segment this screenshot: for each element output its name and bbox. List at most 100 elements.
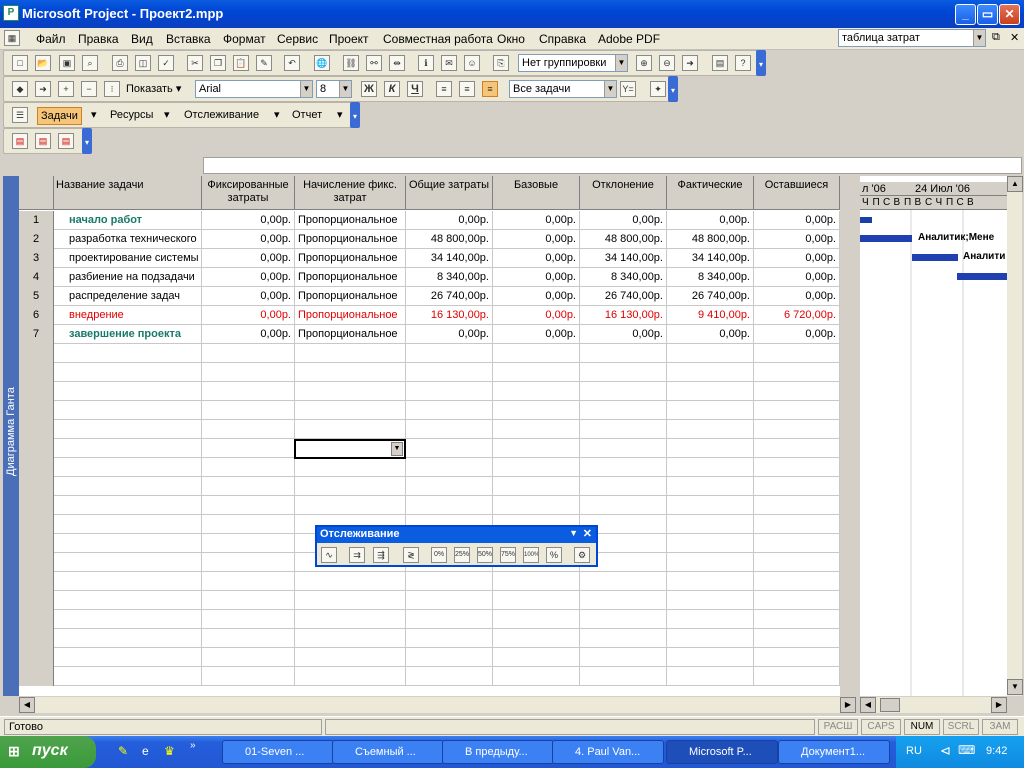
zoom-in-icon[interactable]: ⊕ xyxy=(636,55,652,71)
reschedule-work-icon[interactable]: ⇶ xyxy=(373,547,389,563)
variance-cell[interactable]: 48 800,00р. xyxy=(580,230,667,249)
language-indicator[interactable]: RU xyxy=(906,745,922,757)
variance-cell[interactable] xyxy=(580,648,667,667)
remaining-cell[interactable] xyxy=(754,477,840,496)
task-name-cell[interactable] xyxy=(54,648,202,667)
variance-cell[interactable] xyxy=(580,496,667,515)
empty-table-row[interactable] xyxy=(19,458,840,477)
total-cost-cell[interactable]: 0,00р. xyxy=(406,211,493,230)
spelling-icon[interactable]: ✓ xyxy=(158,55,174,71)
actual-cell[interactable] xyxy=(667,344,754,363)
table-row[interactable]: 6 внедрение 0,00р. Пропорциональное 16 130,0… xyxy=(19,306,840,325)
variance-cell[interactable] xyxy=(580,629,667,648)
column-header-variance[interactable]: Отклонение xyxy=(580,176,667,210)
resources-button[interactable]: Ресурсы xyxy=(107,107,156,125)
accrual-cell[interactable] xyxy=(295,648,406,667)
assign-resources-icon[interactable]: ☺ xyxy=(464,55,480,71)
total-cost-cell[interactable] xyxy=(406,363,493,382)
align-left-icon[interactable]: ≡ xyxy=(436,81,452,97)
project-guide-icon[interactable]: ☰ xyxy=(12,107,28,123)
empty-table-row[interactable] xyxy=(19,344,840,363)
accrual-cell[interactable]: Пропорциональное xyxy=(295,268,406,287)
variance-cell[interactable]: 8 340,00р. xyxy=(580,268,667,287)
remaining-cell[interactable] xyxy=(754,496,840,515)
remaining-cell[interactable]: 0,00р. xyxy=(754,249,840,268)
remaining-cell[interactable] xyxy=(754,629,840,648)
actual-cell[interactable] xyxy=(667,477,754,496)
baseline-cell[interactable]: 0,00р. xyxy=(493,287,580,306)
remaining-cell[interactable] xyxy=(754,420,840,439)
ask-question-box[interactable]: таблица затрат ▼ xyxy=(838,29,986,47)
total-cost-cell[interactable] xyxy=(406,667,493,686)
taskbar-item-active[interactable]: Microsoft P... xyxy=(666,740,778,764)
task-name-cell[interactable]: начало работ xyxy=(54,211,202,230)
remaining-cell[interactable]: 0,00р. xyxy=(754,325,840,344)
fixed-cost-cell[interactable] xyxy=(202,420,295,439)
fixed-cost-cell[interactable] xyxy=(202,534,295,553)
column-header-actual[interactable]: Фактические xyxy=(667,176,754,210)
tasks-button[interactable]: Задачи xyxy=(37,107,82,125)
zoom-out-icon[interactable]: ⊖ xyxy=(659,55,675,71)
total-cost-cell[interactable] xyxy=(406,458,493,477)
task-name-cell[interactable] xyxy=(54,610,202,629)
total-cost-cell[interactable]: 16 130,00р. xyxy=(406,306,493,325)
accrual-cell[interactable] xyxy=(295,477,406,496)
row-number[interactable] xyxy=(19,572,54,591)
ms-project-icon[interactable]: P xyxy=(3,5,19,21)
column-header-accrual[interactable]: Начисление фикс. затрат xyxy=(295,176,406,210)
menu-insert[interactable]: Вставка xyxy=(166,32,211,46)
link-tasks-icon[interactable]: ⛓ xyxy=(343,55,359,71)
pct-75-icon[interactable]: 75% xyxy=(500,547,516,563)
accrual-cell[interactable] xyxy=(295,458,406,477)
total-cost-cell[interactable] xyxy=(406,572,493,591)
fixed-cost-cell[interactable] xyxy=(202,496,295,515)
empty-table-row[interactable] xyxy=(19,439,840,458)
task-name-cell[interactable]: проектирование системы xyxy=(54,249,202,268)
accrual-cell[interactable] xyxy=(295,382,406,401)
new-icon[interactable]: □ xyxy=(12,55,28,71)
baseline-cell[interactable]: 0,00р. xyxy=(493,230,580,249)
empty-table-row[interactable] xyxy=(19,629,840,648)
add-progress-line-icon[interactable]: ≷ xyxy=(403,547,419,563)
baseline-cell[interactable] xyxy=(493,610,580,629)
actual-cell[interactable] xyxy=(667,648,754,667)
remaining-cell[interactable]: 0,00р. xyxy=(754,211,840,230)
remaining-cell[interactable] xyxy=(754,591,840,610)
taskbar-item[interactable]: 4. Paul Van... xyxy=(552,740,664,764)
task-name-cell[interactable] xyxy=(54,439,202,458)
row-number[interactable] xyxy=(19,591,54,610)
row-number[interactable] xyxy=(19,667,54,686)
actual-cell[interactable] xyxy=(667,515,754,534)
actual-cell[interactable] xyxy=(667,458,754,477)
fixed-cost-cell[interactable] xyxy=(202,572,295,591)
pdf-convert-icon[interactable]: ▤ xyxy=(12,133,28,149)
help-icon[interactable]: ? xyxy=(735,55,751,71)
actual-cell[interactable] xyxy=(667,629,754,648)
chevron-down-icon[interactable]: ▼ xyxy=(604,81,616,97)
variance-cell[interactable] xyxy=(580,363,667,382)
accrual-cell[interactable]: Пропорциональное xyxy=(295,230,406,249)
total-cost-cell[interactable]: 48 800,00р. xyxy=(406,230,493,249)
accrual-cell[interactable] xyxy=(295,667,406,686)
empty-table-row[interactable] xyxy=(19,477,840,496)
actual-cell[interactable] xyxy=(667,667,754,686)
variance-cell[interactable] xyxy=(580,572,667,591)
grouping-select[interactable]: Нет группировки ▼ xyxy=(518,54,628,72)
outline-icon[interactable]: ⁝ xyxy=(104,81,120,97)
fixed-cost-cell[interactable]: 0,00р. xyxy=(202,249,295,268)
chevron-down-icon[interactable]: ▼ xyxy=(339,81,351,97)
fixed-cost-cell[interactable] xyxy=(202,648,295,667)
empty-table-row[interactable] xyxy=(19,610,840,629)
pct-50-icon[interactable]: 50% xyxy=(477,547,493,563)
gantt-vertical-scrollbar[interactable]: ▲ ▼ xyxy=(1007,176,1023,696)
table-row[interactable]: 5 распределение задач 0,00р. Пропорциональн… xyxy=(19,287,840,306)
actual-cell[interactable]: 9 410,00р. xyxy=(667,306,754,325)
row-number[interactable] xyxy=(19,420,54,439)
quicklaunch-icon[interactable]: ✎ xyxy=(118,744,128,758)
fixed-cost-cell[interactable]: 0,00р. xyxy=(202,230,295,249)
variance-cell[interactable]: 34 140,00р. xyxy=(580,249,667,268)
actual-cell[interactable] xyxy=(667,382,754,401)
fixed-cost-cell[interactable]: 0,00р. xyxy=(202,268,295,287)
underline-button[interactable]: Ч xyxy=(407,81,423,97)
empty-table-row[interactable] xyxy=(19,572,840,591)
